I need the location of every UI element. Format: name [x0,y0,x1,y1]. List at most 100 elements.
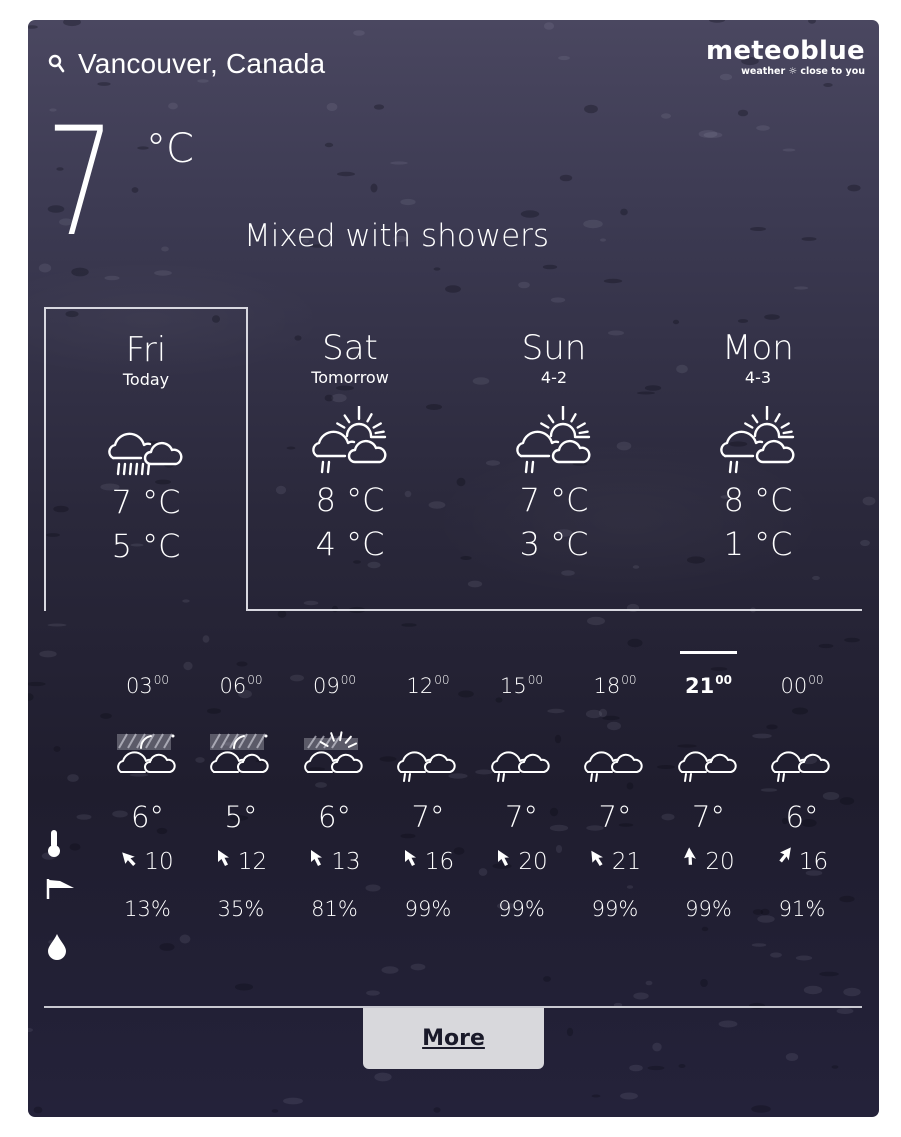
hour-temperature: 5° [224,800,258,834]
cloud-rain-icon [568,728,663,782]
thermometer-icon [46,828,62,858]
hour-wind: 20 [474,847,569,876]
day-date: 4-2 [540,368,568,387]
logo-tagline: weather ☼ close to you [741,66,865,77]
wind-flag-icon [46,878,76,900]
hour-column-09[interactable]: 0900 6° 13 81% [287,650,382,922]
day-fri[interactable]: Fri Today 7 °C 5 °C [44,307,248,611]
day-date: Tomorrow [311,368,389,387]
wind-direction-arrow-icon [495,847,518,876]
sun-cloud-rain-icon [656,406,860,476]
sun-cloud-rain-icon [452,406,656,476]
day-date: Today [122,370,170,389]
hour-label: 0300 [125,673,169,698]
wind-speed: 16 [424,848,455,875]
cloud-rain-icon [381,728,476,782]
wind-speed: 16 [798,848,829,875]
day-high-temp: 7 °C [519,481,589,519]
day-mon[interactable]: Mon 4-3 8 °C 1 °C [656,307,860,611]
weather-widget: Vancouver, Canada meteoblue weather ☼ cl… [28,20,879,1117]
meteoblue-logo[interactable]: meteoblue weather ☼ close to you [706,38,865,77]
hour-wind: 13 [287,847,382,876]
hour-precipitation: 99% [404,897,452,921]
day-sat[interactable]: Sat Tomorrow 8 °C 4 °C [248,307,452,611]
day-name: Mon [722,328,794,368]
hour-column-21[interactable]: 2100 7° 20 99% [661,650,756,922]
logo-wordmark: meteoblue [705,36,865,66]
hour-temperature: 7° [505,800,538,834]
hour-temperature: 6° [131,800,164,834]
day-low-temp: 1 °C [723,525,793,563]
night-fog-cloud-icon [100,728,195,782]
hour-temperature: 6° [785,800,819,834]
hour-wind: 12 [194,847,289,876]
hour-label: 1800 [593,673,637,698]
current-temperature: 7 [46,96,115,270]
wind-speed: 21 [611,848,642,875]
location-name[interactable]: Vancouver, Canada [78,48,325,80]
hour-precipitation: 91% [778,897,826,921]
sun-fog-cloud-icon [287,728,382,782]
wind-direction-arrow-icon [589,847,612,876]
day-name: Sat [322,328,378,368]
wind-direction-arrow-icon [402,847,425,876]
hour-label: 0000 [780,673,824,698]
hour-precipitation: 81% [311,897,358,921]
hour-label: 0600 [219,673,263,698]
search-icon [48,54,65,73]
raindrop-icon [46,932,68,960]
hour-precipitation: 35% [217,897,265,921]
wind-speed: 12 [237,848,268,875]
hour-column-15[interactable]: 1500 7° 20 99% [474,650,569,922]
hour-label: 1500 [499,673,543,698]
day-date: 4-3 [744,368,772,387]
hour-wind: 16 [381,847,476,876]
wind-direction-arrow-icon [121,847,144,876]
wind-direction-arrow-icon [776,847,799,876]
day-sun[interactable]: Sun 4-2 7 °C 3 °C [452,307,656,611]
wind-speed: 10 [144,848,174,875]
day-name: Sun [521,328,587,368]
day-low-temp: 4 °C [315,525,385,563]
hour-temperature: 7° [692,800,725,834]
day-high-temp: 8 °C [723,481,793,519]
hour-column-06[interactable]: 0600 5° 12 35% [194,650,289,922]
cloud-rain-icon [474,728,569,782]
hour-column-03[interactable]: 0300 6° 10 13% [100,650,195,922]
day-name: Fri [125,330,167,370]
hour-column-18[interactable]: 1800 7° 21 99% [568,650,663,922]
day-high-temp: 7 °C [111,483,181,521]
hour-label: 2100 [685,673,732,698]
night-fog-cloud-icon [194,728,289,782]
hour-precipitation: 99% [591,897,639,921]
hour-temperature: 7° [411,800,445,834]
hour-wind: 16 [755,847,850,876]
day-low-temp: 5 °C [111,527,181,565]
cloud-rain-heavy-icon [46,408,246,478]
hour-column-12[interactable]: 1200 7° 16 99% [381,650,476,922]
daily-forecast: Fri Today 7 °C 5 °C Sat Tomorrow 8 °C 4 … [44,307,862,611]
hour-column-00[interactable]: 0000 6° 16 91% [755,650,850,922]
wind-direction-arrow-icon [215,847,238,876]
hour-label: 1200 [406,673,450,698]
current-temperature-unit: °C [146,126,194,172]
wind-speed: 20 [705,848,735,875]
day-high-temp: 8 °C [315,481,385,519]
cloud-rain-icon [755,728,850,782]
hour-wind: 20 [661,847,756,876]
hour-temperature: 6° [318,800,351,834]
current-condition: Mixed with showers [244,218,550,254]
more-button[interactable]: More [363,1008,544,1069]
hour-wind: 21 [568,847,663,876]
sun-cloud-rain-icon [248,406,452,476]
hour-temperature: 7° [598,800,632,834]
wind-speed: 20 [518,848,548,875]
location-search[interactable]: Vancouver, Canada [48,48,325,80]
wind-direction-arrow-icon [682,847,705,876]
hour-precipitation: 99% [498,897,545,921]
hour-precipitation: 13% [124,897,171,921]
day-low-temp: 3 °C [519,525,589,563]
wind-direction-arrow-icon [308,847,331,876]
hour-label: 0900 [312,673,356,698]
cloud-rain-icon [661,728,756,782]
